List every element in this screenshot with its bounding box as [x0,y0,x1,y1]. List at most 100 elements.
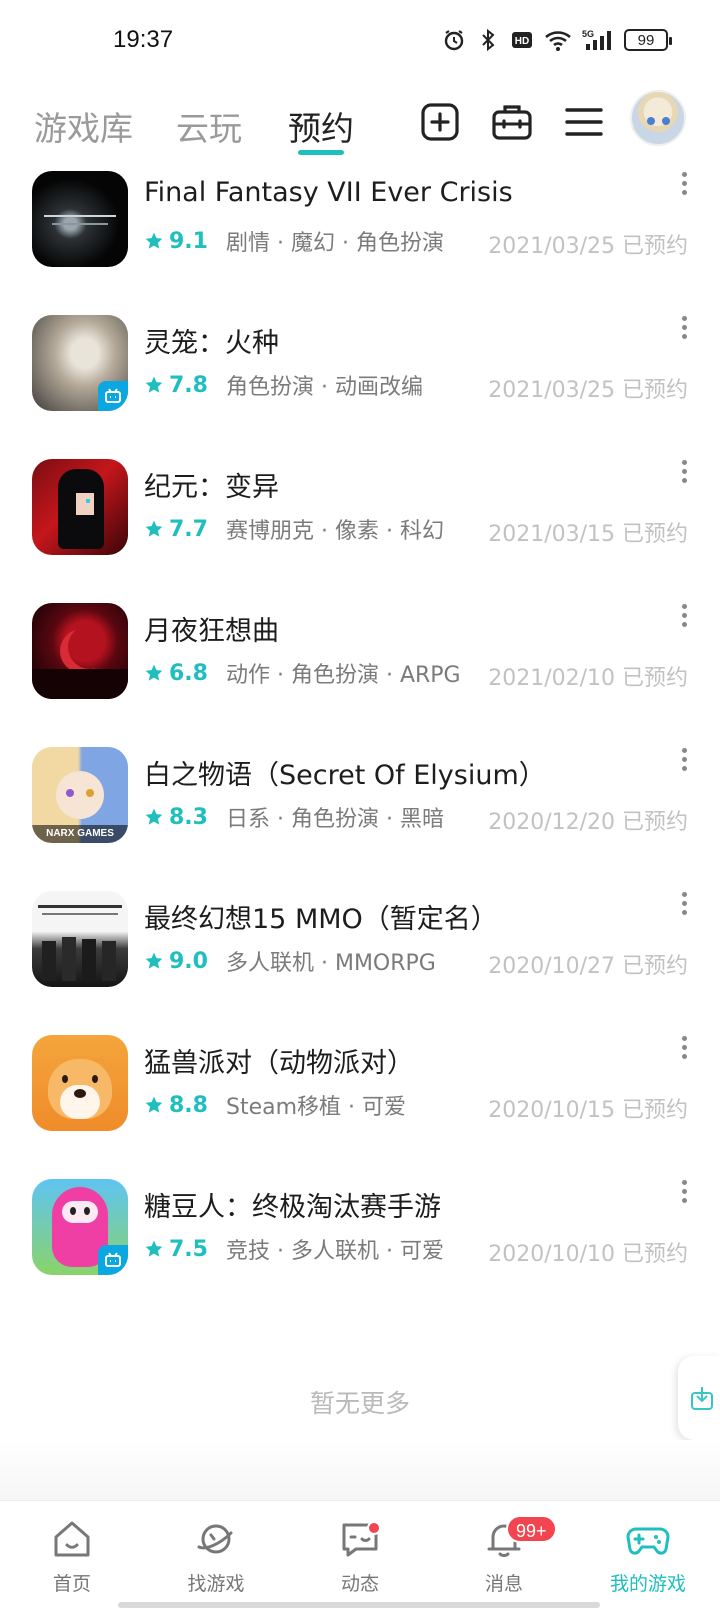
game-meta: 6.8 动作 · 角色扮演 · ARPG [144,658,461,688]
more-options-icon[interactable] [680,604,688,630]
nav-messages[interactable]: 99+ 消息 [444,1515,564,1596]
ff7-icon[interactable] [32,171,128,267]
more-options-icon[interactable] [680,748,688,774]
game-rating: 9.0 [169,948,208,974]
nav-label: 首页 [52,1573,91,1595]
game-name[interactable]: 糖豆人：终极淘汰赛手游 [144,1185,441,1224]
star-icon [145,808,163,825]
more-options-icon[interactable] [680,460,688,486]
reserved-games-list: Final Fantasy VII Ever Crisis 9.1 剧情 · 魔… [0,166,720,1318]
game-rating: 6.8 [169,660,208,686]
bottom-navigation: 首页 找游戏 动态 99+ 消息 我的游戏 [0,1500,720,1608]
toolbox-icon[interactable] [490,100,534,144]
gamepad-icon [626,1527,670,1555]
active-tab-indicator [298,150,344,155]
game-tags: 竞技 · 多人联机 · 可爱 [225,1239,444,1264]
svg-text:HD: HD [515,36,529,47]
star-icon [145,1096,163,1113]
game-name[interactable]: 最终幻想15 MMO（暂定名） [144,897,498,936]
more-options-icon[interactable] [680,316,688,342]
yueye-icon[interactable] [32,603,128,699]
reservation-date: 2020/10/27 已预约 [488,954,688,979]
more-options-icon[interactable] [680,172,688,198]
game-tags: 赛博朋克 · 像素 · 科幻 [225,519,444,544]
star-icon [145,376,163,393]
game-meta: 7.5 竞技 · 多人联机 · 可爱 [144,1234,444,1264]
game-name[interactable]: Final Fantasy VII Ever Crisis [144,177,513,208]
download-icon [691,1387,713,1410]
game-tags: 动作 · 角色扮演 · ARPG [225,663,461,688]
icon-caption: NARX GAMES [32,825,128,843]
home-indicator [118,1602,600,1608]
nav-label: 动态 [340,1573,379,1595]
game-name[interactable]: 白之物语（Secret Of Elysium） [144,753,546,792]
list-item[interactable]: Final Fantasy VII Ever Crisis 9.1 剧情 · 魔… [0,166,720,310]
bilibili-badge-icon [98,381,128,411]
jiyuan-icon[interactable] [32,459,128,555]
nav-label: 消息 [484,1573,523,1595]
battery-indicator: 99 [624,29,672,51]
baizhi-icon[interactable]: NARX GAMES [32,747,128,843]
status-bar: 19:37 HD 5G 99 [0,0,720,84]
notification-dot [367,1521,381,1535]
list-item[interactable]: 最终幻想15 MMO（暂定名） 9.0 多人联机 · MMORPG 2020/1… [0,886,720,1030]
reservation-date: 2021/02/10 已预约 [488,666,688,691]
game-name[interactable]: 纪元：变异 [144,465,279,504]
game-tags: 剧情 · 魔幻 · 角色扮演 [225,231,444,256]
list-item[interactable]: 纪元：变异 7.7 赛博朋克 · 像素 · 科幻 2021/03/15 已预约 [0,454,720,598]
list-item[interactable]: NARX GAMES 白之物语（Secret Of Elysium） 8.3 日… [0,742,720,886]
planet-icon [197,1524,233,1554]
game-tags: Steam移植 · 可爱 [225,1095,407,1120]
game-rating: 9.1 [169,228,208,254]
star-icon [145,952,163,969]
tab-game-library[interactable]: 游戏库 [34,102,133,150]
game-rating: 7.5 [169,1236,208,1262]
game-meta: 8.3 日系 · 角色扮演 · 黑暗 [144,802,444,832]
bluetooth-icon [482,28,495,52]
star-icon [145,232,163,249]
game-name[interactable]: 猛兽派对（动物派对） [144,1041,414,1080]
reservation-date: 2021/03/25 已预约 [488,234,688,259]
svg-text:5G: 5G [582,29,594,39]
nav-find-games[interactable]: 找游戏 [156,1517,276,1596]
user-avatar[interactable] [630,90,686,146]
game-name[interactable]: 灵笼：火种 [144,321,279,360]
unread-count-badge: 99+ [506,1515,557,1543]
list-item[interactable]: 月夜狂想曲 6.8 动作 · 角色扮演 · ARPG 2021/02/10 已预… [0,598,720,742]
game-meta: 7.7 赛博朋克 · 像素 · 科幻 [144,514,444,544]
game-name[interactable]: 月夜狂想曲 [144,609,279,648]
ff15-icon[interactable] [32,891,128,987]
list-item[interactable]: 猛兽派对（动物派对） 8.8 Steam移植 · 可爱 2020/10/15 已… [0,1030,720,1174]
game-meta: 9.0 多人联机 · MMORPG [144,946,436,976]
status-icons: HD 5G 99 [442,28,672,52]
nav-label: 找游戏 [187,1573,245,1595]
fall-guys-icon[interactable] [32,1179,128,1275]
add-square-icon[interactable] [418,100,462,144]
star-icon [145,520,163,537]
menu-icon[interactable] [562,100,606,144]
cellular-5g-icon: 5G [582,29,611,50]
list-item[interactable]: 灵笼：火种 7.8 角色扮演 · 动画改编 2021/03/25 已预约 [0,310,720,454]
tab-reservations[interactable]: 预约 [288,102,354,150]
game-rating: 7.8 [169,372,208,398]
star-icon [145,664,163,681]
party-animals-icon[interactable] [32,1035,128,1131]
reservation-date: 2020/10/15 已预约 [488,1098,688,1123]
more-options-icon[interactable] [680,1180,688,1206]
top-nav: 游戏库 云玩 预约 [0,84,720,166]
nav-feed[interactable]: 动态 [300,1517,420,1596]
nav-home[interactable]: 首页 [12,1517,132,1596]
star-icon [145,1240,163,1257]
floating-download-widget[interactable] [678,1356,720,1440]
nav-my-games[interactable]: 我的游戏 [588,1517,708,1596]
list-item[interactable]: 糖豆人：终极淘汰赛手游 7.5 竞技 · 多人联机 · 可爱 2020/10/1… [0,1174,720,1318]
game-meta: 8.8 Steam移植 · 可爱 [144,1090,406,1120]
nav-label: 我的游戏 [609,1573,686,1595]
reservation-date: 2020/12/20 已预约 [488,810,688,835]
linglong-icon[interactable] [32,315,128,411]
tab-cloud-play[interactable]: 云玩 [176,102,242,150]
bottom-fade [0,1440,720,1500]
more-options-icon[interactable] [680,1036,688,1062]
more-options-icon[interactable] [680,892,688,918]
reservation-date: 2021/03/25 已预约 [488,378,688,403]
